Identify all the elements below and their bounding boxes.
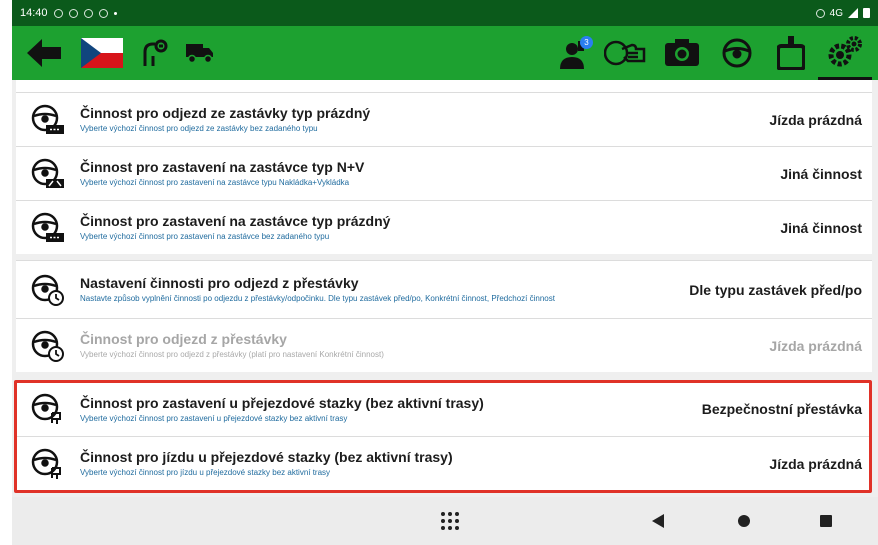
driver-button[interactable]: 3 (552, 26, 598, 80)
setting-value: Jiná činnost (780, 165, 862, 182)
settings-group: Činnost pro zastavení u přejezdové stazk… (16, 380, 872, 490)
location-icon (815, 8, 825, 18)
setting-value: Jízda prázdná (769, 455, 862, 472)
steering-wheel-load-icon (31, 158, 64, 188)
signal-icon (848, 8, 858, 18)
camera-button[interactable] (654, 26, 710, 80)
battery-icon (863, 8, 870, 18)
notification-icon (98, 8, 108, 18)
steering-wheel-pin-icon (31, 393, 61, 424)
recents-square-icon (820, 515, 832, 527)
back-triangle-icon (652, 514, 664, 528)
tachograph-button[interactable] (764, 26, 818, 80)
setting-row[interactable]: Činnost pro zastavení u přejezdové stazk… (16, 382, 872, 436)
status-time: 14:40 (20, 7, 48, 19)
group-separator (12, 372, 878, 380)
setting-description: Vyberte výchozí činnost pro zastavení na… (80, 178, 350, 187)
truck-icon (186, 44, 213, 64)
settings-group: Činnost pro odjezd ze zastávky typ prázd… (16, 92, 872, 254)
setting-description: Vyberte výchozí činnost pro jízdu u přej… (80, 468, 331, 477)
setting-title: Činnost pro odjezd ze zastávky typ prázd… (80, 105, 371, 121)
notification-icon (83, 8, 93, 18)
setting-title: Nastavení činnosti pro odjezd z přestávk… (80, 275, 359, 291)
setting-title: Činnost pro zastavení na zastávce typ pr… (80, 213, 391, 229)
route-button[interactable] (134, 26, 174, 80)
previous-row-remnant (16, 80, 872, 92)
network-type: 4G (829, 7, 843, 19)
setting-row[interactable]: Nastavení činnosti pro odjezd z přestávk… (16, 260, 872, 318)
truck-button[interactable] (180, 26, 220, 80)
home-button[interactable] (724, 497, 764, 545)
back-button[interactable] (22, 26, 66, 80)
driving-button[interactable] (710, 26, 764, 80)
setting-row[interactable]: Činnost pro zastavení na zastávce typ N+… (16, 146, 872, 200)
route-icon (143, 39, 168, 66)
top-toolbar: 3 (12, 26, 878, 80)
notification-icon (53, 8, 63, 18)
setting-title: Činnost pro jízdu u přejezdové stazky (b… (80, 449, 453, 465)
driver-badge: 3 (580, 36, 593, 49)
setting-value: Jiná činnost (780, 219, 862, 236)
setting-description: Nastavte způsob vyplnění činnosti po odj… (80, 294, 555, 303)
settings-list[interactable]: Činnost pro odjezd ze zastávky typ prázd… (12, 80, 878, 497)
setting-title: Činnost pro zastavení u přejezdové stazk… (80, 394, 484, 411)
home-circle-icon (738, 515, 750, 527)
czech-flag-icon (81, 38, 123, 68)
setting-row: Činnost pro odjezd z přestávky Vyberte v… (16, 318, 872, 372)
navigation-bar (12, 497, 878, 545)
setting-description: Vyberte výchozí činnost pro odjezd z pře… (80, 350, 384, 359)
setting-row[interactable]: Činnost pro zastavení na zastávce typ pr… (16, 200, 872, 254)
notification-icon (68, 8, 78, 18)
app-drawer-button[interactable] (430, 497, 470, 545)
setting-value: Jízda prázdná (769, 111, 862, 128)
setting-row[interactable]: Činnost pro odjezd ze zastávky typ prázd… (16, 92, 872, 146)
setting-description: Vyberte výchozí činnost pro zastavení u … (80, 413, 348, 423)
settings-group: Nastavení činnosti pro odjezd z přestávk… (16, 260, 872, 372)
camera-icon (665, 39, 699, 66)
settings-button[interactable] (818, 26, 872, 80)
back-arrow-icon (27, 39, 61, 67)
steering-wheel-empty-icon (31, 104, 64, 134)
steering-wheel-clock-icon (31, 274, 64, 306)
steering-wheel-pin-icon (31, 448, 61, 479)
setting-description: Vyberte výchozí činnost pro odjezd ze za… (80, 124, 318, 133)
apps-grid-icon (441, 512, 459, 530)
nav-back-button[interactable] (638, 497, 678, 545)
tachograph-icon (777, 36, 805, 70)
handshake-icon (604, 40, 646, 66)
steering-wheel-empty-icon (31, 212, 64, 242)
app-screen: 14:40 4G 3 Činnost pro odjezd ze zastávk… (12, 0, 878, 545)
setting-row[interactable]: Činnost pro jízdu u přejezdové stazky (b… (16, 436, 872, 490)
setting-value: Jízda prázdná (769, 337, 862, 354)
setting-title: Činnost pro zastavení na zastávce typ N+… (80, 159, 365, 175)
language-button[interactable] (78, 26, 126, 80)
status-bar: 14:40 4G (12, 0, 878, 26)
setting-value: Dle typu zastávek před/po (689, 281, 862, 298)
recents-button[interactable] (806, 497, 846, 545)
handover-button[interactable] (598, 26, 654, 80)
setting-description: Vyberte výchozí činnost pro zastavení na… (80, 232, 330, 241)
settings-gears-icon (828, 35, 862, 66)
setting-value: Bezpečnostní přestávka (701, 401, 862, 417)
setting-title: Činnost pro odjezd z přestávky (80, 331, 287, 347)
steering-wheel-clock-icon (31, 330, 64, 362)
steering-wheel-icon (722, 38, 752, 68)
more-notifications-icon (113, 11, 117, 15)
